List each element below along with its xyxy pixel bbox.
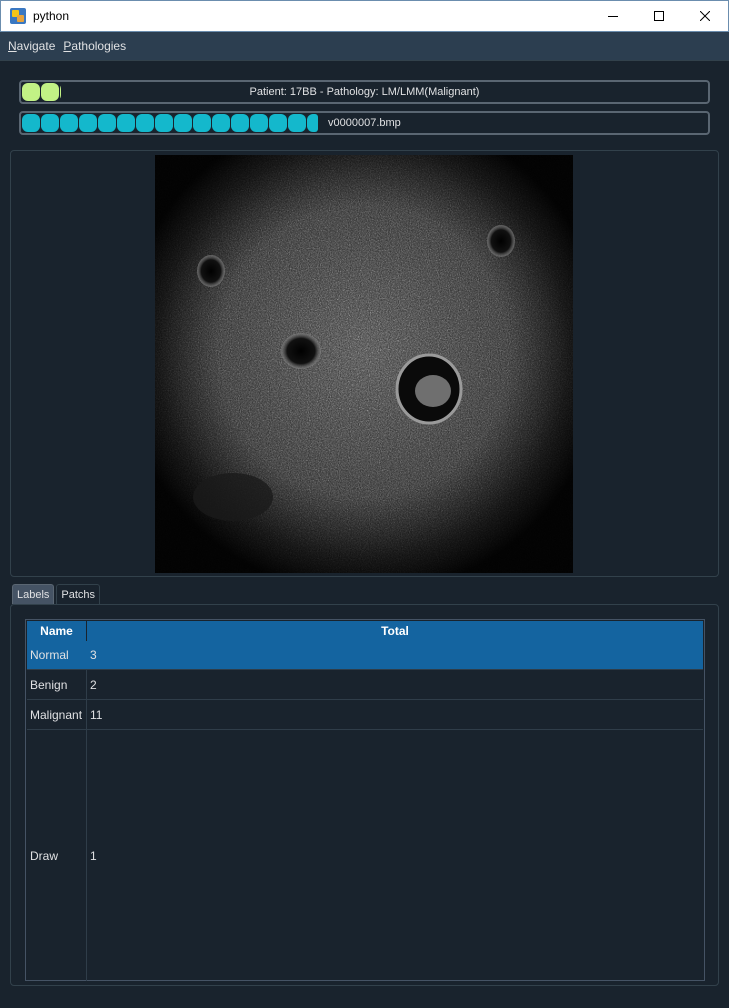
progress-chunk (307, 114, 318, 132)
row-total-cell[interactable]: 2 (87, 670, 703, 699)
window-title: python (33, 9, 70, 23)
progress-chunk (288, 114, 306, 132)
progress-chunk (117, 114, 135, 132)
progress-chunk (98, 114, 116, 132)
table-row[interactable]: Benign 2 (27, 670, 703, 700)
window-controls (590, 1, 728, 31)
tab-bar: Labels Patchs (12, 584, 102, 604)
title-bar: python (0, 0, 729, 32)
menu-pathologies-label: athologies (71, 39, 127, 53)
minimize-button[interactable] (590, 1, 636, 31)
column-header-name[interactable]: Name (27, 621, 87, 641)
progress-chunk (174, 114, 192, 132)
image-panel (10, 150, 719, 577)
progress-chunk (212, 114, 230, 132)
menu-navigate-label: avigate (16, 39, 56, 53)
python-app-icon (10, 8, 26, 24)
tab-patchs[interactable]: Patchs (56, 584, 101, 604)
progress-chunk (250, 114, 268, 132)
close-icon (700, 11, 710, 21)
progress-chunk (269, 114, 287, 132)
table-row[interactable]: Malignant 11 (27, 700, 703, 730)
menu-navigate-mnemonic: N (8, 39, 17, 53)
row-total-cell[interactable]: 1 (87, 730, 703, 981)
progress-chunk (79, 114, 97, 132)
maximize-button[interactable] (636, 1, 682, 31)
file-progress-text: v0000007.bmp (328, 117, 401, 129)
maximize-icon (654, 11, 664, 21)
row-name-cell[interactable]: Normal (27, 641, 87, 669)
close-button[interactable] (682, 1, 728, 31)
row-name-cell[interactable]: Malignant (27, 700, 87, 729)
progress-chunk (41, 114, 59, 132)
progress-chunk (60, 114, 78, 132)
row-total-cell[interactable]: 11 (87, 700, 703, 729)
column-header-total[interactable]: Total (87, 621, 703, 641)
menu-navigate[interactable]: Navigate (4, 39, 59, 53)
progress-chunk (155, 114, 173, 132)
file-progress-bar: v0000007.bmp (19, 111, 710, 135)
progress-chunk (136, 114, 154, 132)
menu-bar: Navigate Pathologies (0, 32, 729, 61)
table-row[interactable]: Draw 1 (27, 730, 703, 981)
table-row[interactable]: Normal 3 (27, 641, 703, 670)
patient-progress-bar: Patient: 17BB - Pathology: LM/LMM(Malign… (19, 80, 710, 104)
row-total-cell[interactable]: 3 (87, 641, 703, 669)
table-header: Name Total (27, 621, 703, 641)
row-name-cell[interactable]: Benign (27, 670, 87, 699)
microscopy-image[interactable] (155, 155, 573, 573)
row-name-cell[interactable]: Draw (27, 730, 87, 981)
labels-tab-pane: Name Total Normal 3 Benign 2 Malignant 1… (10, 604, 719, 986)
file-progress-fill (22, 114, 318, 132)
menu-pathologies[interactable]: Pathologies (59, 39, 130, 53)
microscopy-image-graphic (155, 155, 573, 573)
labels-table: Name Total Normal 3 Benign 2 Malignant 1… (25, 619, 705, 981)
progress-chunk (193, 114, 211, 132)
patient-progress-text: Patient: 17BB - Pathology: LM/LMM(Malign… (249, 86, 480, 98)
progress-chunk (22, 114, 40, 132)
progress-chunk (231, 114, 249, 132)
minimize-icon (608, 16, 618, 17)
tab-labels[interactable]: Labels (12, 584, 55, 604)
